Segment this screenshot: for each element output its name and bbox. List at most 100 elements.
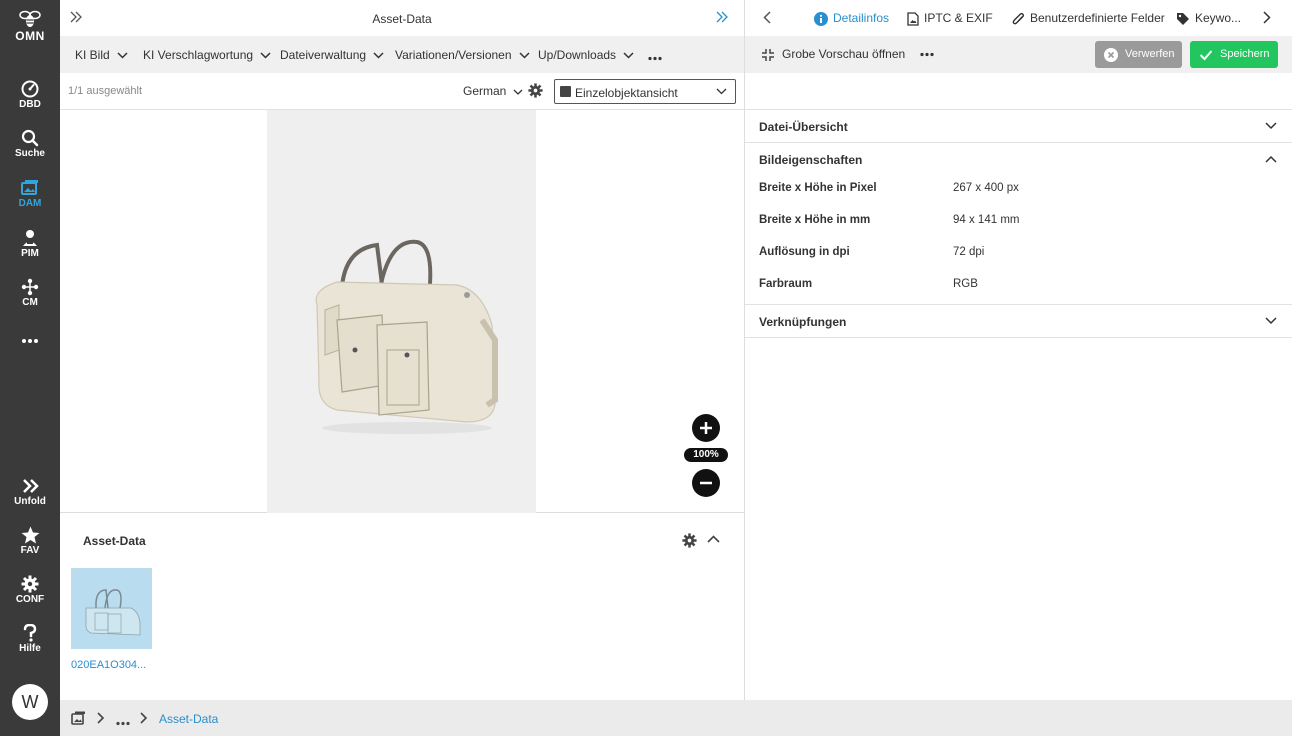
menu-ki-bild[interactable]: KI Bild: [75, 48, 128, 62]
menu-label: KI Bild: [75, 48, 110, 62]
zoom-in-button[interactable]: [692, 414, 720, 442]
gear-icon: [682, 533, 697, 548]
nav-label: FAV: [20, 545, 40, 556]
tab-label: Detailinfos: [833, 11, 890, 25]
tab-label: Benutzerdefinierte Felder: [1030, 11, 1165, 25]
chevron-down-icon: [117, 52, 128, 59]
tabs-prev-button[interactable]: [763, 11, 771, 27]
breadcrumb-current[interactable]: Asset-Data: [159, 712, 218, 726]
action-more-button[interactable]: [920, 45, 934, 60]
nav-more-button[interactable]: [0, 336, 60, 346]
double-chevron-right-icon: [716, 11, 728, 23]
chevron-down-icon: [373, 52, 384, 59]
preview-image-frame[interactable]: [267, 110, 536, 513]
help-icon: [23, 624, 37, 642]
nav-cm[interactable]: CM: [0, 278, 60, 308]
save-label: Speichern: [1220, 48, 1270, 60]
user-avatar[interactable]: W: [12, 684, 48, 720]
chevron-right-icon: [140, 712, 148, 724]
tab-iptc-exif[interactable]: IPTC & EXIF: [907, 11, 993, 26]
property-row-farbraum: Farbraum RGB: [745, 269, 1292, 305]
language-value: German: [463, 84, 507, 98]
detail-panel: Detailinfos IPTC & EXIF Benutzerdefinier…: [745, 0, 1292, 700]
close-circle-icon: [1104, 48, 1118, 62]
dashboard-icon: [21, 80, 39, 98]
asset-thumbnail-label[interactable]: 020EA1O304...: [71, 659, 146, 671]
asset-filterbar: 1/1 ausgewählt German Einzelobjektansich…: [60, 73, 744, 110]
tabs-next-button[interactable]: [1263, 11, 1271, 27]
star-icon: [21, 526, 39, 544]
chevron-down-icon: [1265, 317, 1277, 325]
menu-label: Dateiverwaltung: [280, 48, 367, 62]
preview-button-label: Grobe Vorschau öffnen: [782, 47, 906, 61]
asset-settings-button[interactable]: [682, 533, 697, 551]
tab-detailinfos[interactable]: Detailinfos: [814, 11, 889, 26]
nav-hilfe[interactable]: Hilfe: [0, 624, 60, 654]
tab-label: IPTC & EXIF: [924, 11, 993, 25]
more-dots-icon: [22, 339, 38, 343]
tab-keywords[interactable]: Keywo...: [1176, 11, 1241, 26]
menu-up-downloads[interactable]: Up/Downloads: [538, 48, 634, 62]
paperclip-icon: [1012, 12, 1025, 25]
save-button[interactable]: Speichern: [1190, 41, 1278, 68]
collapse-asset-section-button[interactable]: [707, 533, 720, 549]
property-value: 267 x 400 px: [953, 182, 1019, 194]
chevron-right-icon: [1263, 11, 1271, 24]
view-mode-select[interactable]: Einzelobjektansicht: [554, 79, 736, 104]
breadcrumb-dam-home[interactable]: [71, 711, 86, 728]
tab-benutzerdefinierte-felder[interactable]: Benutzerdefinierte Felder: [1012, 11, 1165, 26]
zoom-out-button[interactable]: [692, 469, 720, 497]
menu-ki-verschlagwortung[interactable]: KI Verschlagwortung: [143, 48, 271, 62]
nav-fav[interactable]: FAV: [0, 526, 60, 556]
asset-thumbnail[interactable]: [71, 568, 152, 649]
property-row-pixel: Breite x Höhe in Pixel 267 x 400 px: [745, 173, 1292, 205]
nav-dam[interactable]: DAM: [0, 179, 60, 209]
menu-more-button[interactable]: [648, 50, 662, 64]
chevron-up-icon: [707, 535, 720, 543]
discard-label: Verwerfen: [1125, 48, 1175, 60]
omn-logo[interactable]: OMN: [0, 10, 60, 43]
detail-tabbar: Detailinfos IPTC & EXIF Benutzerdefinier…: [745, 0, 1292, 36]
collapse-arrows-icon: [762, 48, 774, 61]
logo-text: OMN: [15, 29, 45, 43]
section-datei-uebersicht[interactable]: Datei-Übersicht: [745, 110, 1292, 143]
nav-pim[interactable]: PIM: [0, 229, 60, 259]
minus-icon: [700, 481, 712, 485]
dam-icon: [71, 711, 85, 725]
language-select[interactable]: German: [463, 84, 523, 98]
view-mode-value: Einzelobjektansicht: [575, 86, 678, 100]
menu-dateiverwaltung[interactable]: Dateiverwaltung: [280, 48, 384, 62]
menu-label: Up/Downloads: [538, 48, 617, 62]
property-row-dpi: Auflösung in dpi 72 dpi: [745, 237, 1292, 269]
nav-unfold[interactable]: Unfold: [0, 477, 60, 507]
section-bildeigenschaften[interactable]: Bildeigenschaften: [745, 143, 1292, 176]
nav-label: CONF: [15, 594, 45, 605]
nav-suche[interactable]: Suche: [0, 129, 60, 159]
file-image-icon: [907, 12, 919, 26]
nav-dbd[interactable]: DBD: [0, 80, 60, 110]
single-view-icon: [560, 86, 571, 97]
chevron-down-icon: [260, 52, 271, 59]
open-preview-button[interactable]: Grobe Vorschau öffnen: [761, 47, 905, 62]
chevron-right-icon: [97, 712, 105, 724]
asset-panel-header: Asset-Data: [60, 0, 744, 36]
section-verknuepfungen[interactable]: Verknüpfungen: [745, 305, 1292, 338]
section-label: Verknüpfungen: [759, 315, 847, 329]
gear-icon: [21, 575, 39, 593]
breadcrumb-more-button[interactable]: [116, 715, 130, 729]
zoom-level: 100%: [684, 448, 728, 462]
section-label: Bildeigenschaften: [759, 153, 863, 167]
nav-label: Suche: [14, 148, 45, 159]
menu-label: Variationen/Versionen: [395, 48, 512, 62]
panel-title: Asset-Data: [372, 12, 432, 26]
nav-conf[interactable]: CONF: [0, 575, 60, 605]
menu-variationen[interactable]: Variationen/Versionen: [395, 48, 530, 62]
search-icon: [21, 129, 39, 147]
expand-right-button[interactable]: [716, 11, 728, 26]
nav-label: CM: [22, 297, 38, 308]
nav-label: DBD: [19, 99, 41, 110]
asset-menubar: KI Bild KI Verschlagwortung Dateiverwalt…: [60, 36, 744, 73]
detail-subbar: [745, 73, 1292, 110]
view-settings-button[interactable]: [528, 83, 543, 101]
discard-button[interactable]: Verwerfen: [1095, 41, 1182, 68]
